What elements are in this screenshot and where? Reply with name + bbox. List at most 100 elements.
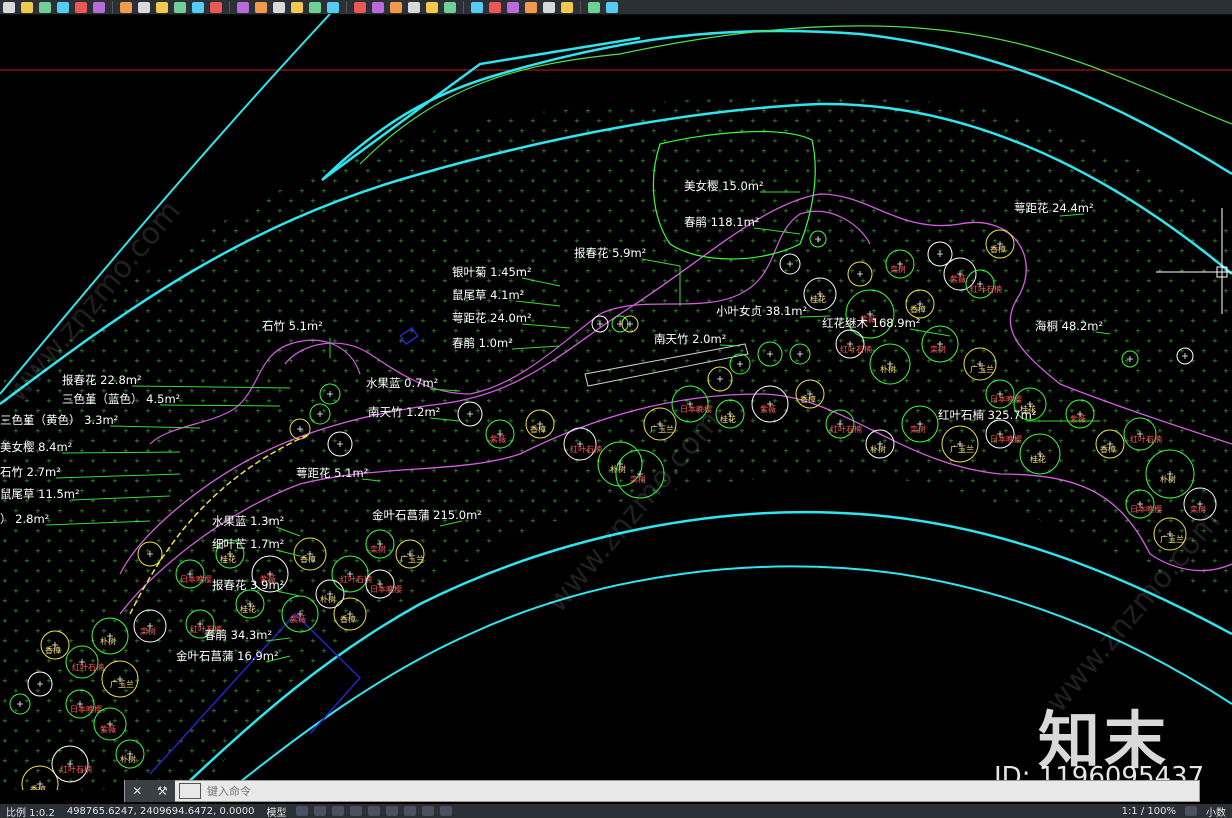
- tree-tag: 桂花: [240, 604, 256, 614]
- tree-tag: 红叶石楠: [1130, 434, 1162, 444]
- pin-icon[interactable]: [138, 1, 150, 13]
- tree-tag: 香樟: [45, 645, 61, 655]
- mirror-icon[interactable]: [390, 1, 402, 13]
- label-27: 报春花 3.9m²: [212, 578, 284, 592]
- tree-tag: 朴树: [870, 444, 886, 454]
- label-2: 报春花 5.9m²: [574, 246, 646, 260]
- arc-icon[interactable]: [327, 1, 339, 13]
- gear-icon[interactable]: [93, 1, 105, 13]
- lineweight-icon[interactable]: [385, 806, 398, 816]
- toolbar-separator: [346, 1, 347, 13]
- cad-toolbar: [0, 0, 1232, 15]
- command-line[interactable]: ✕ ⚒: [124, 780, 1200, 802]
- tree-tag: 栾树: [370, 544, 386, 554]
- label-22: 南天竹 1.2m²: [368, 405, 440, 419]
- command-prompt-icon[interactable]: [179, 783, 201, 799]
- label-14: 报春花 22.8m²: [62, 373, 142, 387]
- label-3: 银叶菊 1.45m²: [452, 265, 532, 279]
- label-24: 萼距花 5.1m²: [296, 466, 368, 480]
- snowflake-icon[interactable]: [75, 1, 87, 13]
- polyline-icon[interactable]: [309, 1, 321, 13]
- units-readout: 小数: [1206, 807, 1226, 818]
- wrench-icon[interactable]: ⚒: [157, 784, 168, 798]
- selection-icon[interactable]: [403, 806, 416, 816]
- chart-icon[interactable]: [561, 1, 573, 13]
- tree-tag: 红叶石楠: [60, 764, 92, 774]
- light-icon[interactable]: [39, 1, 51, 13]
- find-icon[interactable]: [273, 1, 285, 13]
- layers-icon[interactable]: [57, 1, 69, 13]
- tree-tag: 桂花: [1030, 454, 1046, 464]
- tree-tag: 桂花: [220, 554, 236, 564]
- tree-tag: 香樟: [340, 614, 356, 624]
- layer-stack-icon[interactable]: [192, 1, 204, 13]
- open-icon[interactable]: [3, 1, 15, 13]
- label-25: 水果蓝 1.3m²: [212, 514, 284, 528]
- hatch-icon[interactable]: [471, 1, 483, 13]
- tree-tag: 紫薇: [290, 614, 306, 624]
- tree-tag: 朴树: [880, 364, 896, 374]
- model-tab[interactable]: 模型: [267, 804, 287, 818]
- tree-tag: 栾树: [910, 424, 926, 434]
- tree-tag: 日本晚樱: [370, 584, 402, 594]
- ortho-icon[interactable]: [331, 806, 344, 816]
- tree-tag: 广玉兰: [400, 554, 424, 564]
- grid-red-icon[interactable]: [588, 1, 600, 13]
- tree-tag: 香樟: [910, 304, 926, 314]
- grid-icon[interactable]: [408, 1, 420, 13]
- tree-tag: 紫薇: [950, 274, 966, 284]
- tag-icon[interactable]: [174, 1, 186, 13]
- tree-tag: 日本晚樱: [70, 704, 102, 714]
- dimension-icon[interactable]: [354, 1, 366, 13]
- table-icon[interactable]: [291, 1, 303, 13]
- cad-drawing[interactable]: + + 香樟红叶石楠朴树栾树广玉兰日本晚樱紫薇香樟红叶石楠朴树日本晚樱桂花紫薇香…: [0, 14, 1232, 790]
- osnap-icon[interactable]: [367, 806, 380, 816]
- house-icon[interactable]: [444, 1, 456, 13]
- label-11: 海桐 48.2m²: [1035, 319, 1103, 333]
- tree-tag: 红叶石楠: [840, 344, 872, 354]
- tree-tag: 日本晚樱: [990, 434, 1022, 444]
- polar-icon[interactable]: [349, 806, 362, 816]
- grid-icon[interactable]: [295, 806, 308, 816]
- annotation-icon[interactable]: [421, 806, 434, 816]
- toolbar-separator: [463, 1, 464, 13]
- menu-icon[interactable]: [606, 1, 618, 13]
- command-input[interactable]: [201, 781, 1199, 801]
- block-icon[interactable]: [426, 1, 438, 13]
- move-icon[interactable]: [372, 1, 384, 13]
- tree-tag: 香樟: [300, 554, 316, 564]
- sun-icon[interactable]: [120, 1, 132, 13]
- tree-tag: 栾树: [890, 264, 906, 274]
- eye-icon[interactable]: [507, 1, 519, 13]
- command-controls: ✕ ⚒: [125, 780, 175, 802]
- tree-tag: 香樟: [990, 244, 1006, 254]
- workspace-icon[interactable]: [439, 806, 452, 816]
- window-icon[interactable]: [525, 1, 537, 13]
- label-21: 水果蓝 0.7m²: [366, 376, 438, 390]
- status-bar: 比例 1:0.2 498765.6247, 2409694.6472, 0.00…: [0, 804, 1232, 818]
- properties-icon[interactable]: [210, 1, 222, 13]
- tree-tag: 红叶石楠: [570, 444, 602, 454]
- tree-tag: 栾树: [140, 626, 156, 636]
- label-26: 细叶芒 1.7m²: [212, 537, 284, 551]
- snap-icon[interactable]: [313, 806, 326, 816]
- close-icon[interactable]: ✕: [132, 784, 142, 798]
- toolbar-separator: [112, 1, 113, 13]
- coordinate-readout: 498765.6247, 2409694.6472, 0.0000: [66, 805, 255, 817]
- label-5: 萼距花 24.0m²: [452, 311, 532, 325]
- drawing-canvas[interactable]: + + 香樟红叶石楠朴树栾树广玉兰日本晚樱紫薇香樟红叶石楠朴树日本晚樱桂花紫薇香…: [0, 14, 1232, 790]
- label-0: 美女樱 15.0m²: [684, 179, 764, 193]
- tree-tag: 朴树: [100, 636, 116, 646]
- brush-icon[interactable]: [156, 1, 168, 13]
- settings-icon[interactable]: [1185, 806, 1197, 816]
- print-icon[interactable]: [255, 1, 267, 13]
- text-icon[interactable]: [489, 1, 501, 13]
- label-12: 红叶石楠 325.7m²: [938, 408, 1036, 422]
- label-7: 小叶女贞 38.1m²: [716, 304, 807, 318]
- save-block-icon[interactable]: [543, 1, 555, 13]
- color-icon[interactable]: [237, 1, 249, 13]
- tree-tag: 红叶石楠: [830, 424, 862, 434]
- tree-tag: 紫薇: [100, 724, 116, 734]
- save-icon[interactable]: [21, 1, 33, 13]
- label-20: ） 2.8m²: [0, 512, 49, 526]
